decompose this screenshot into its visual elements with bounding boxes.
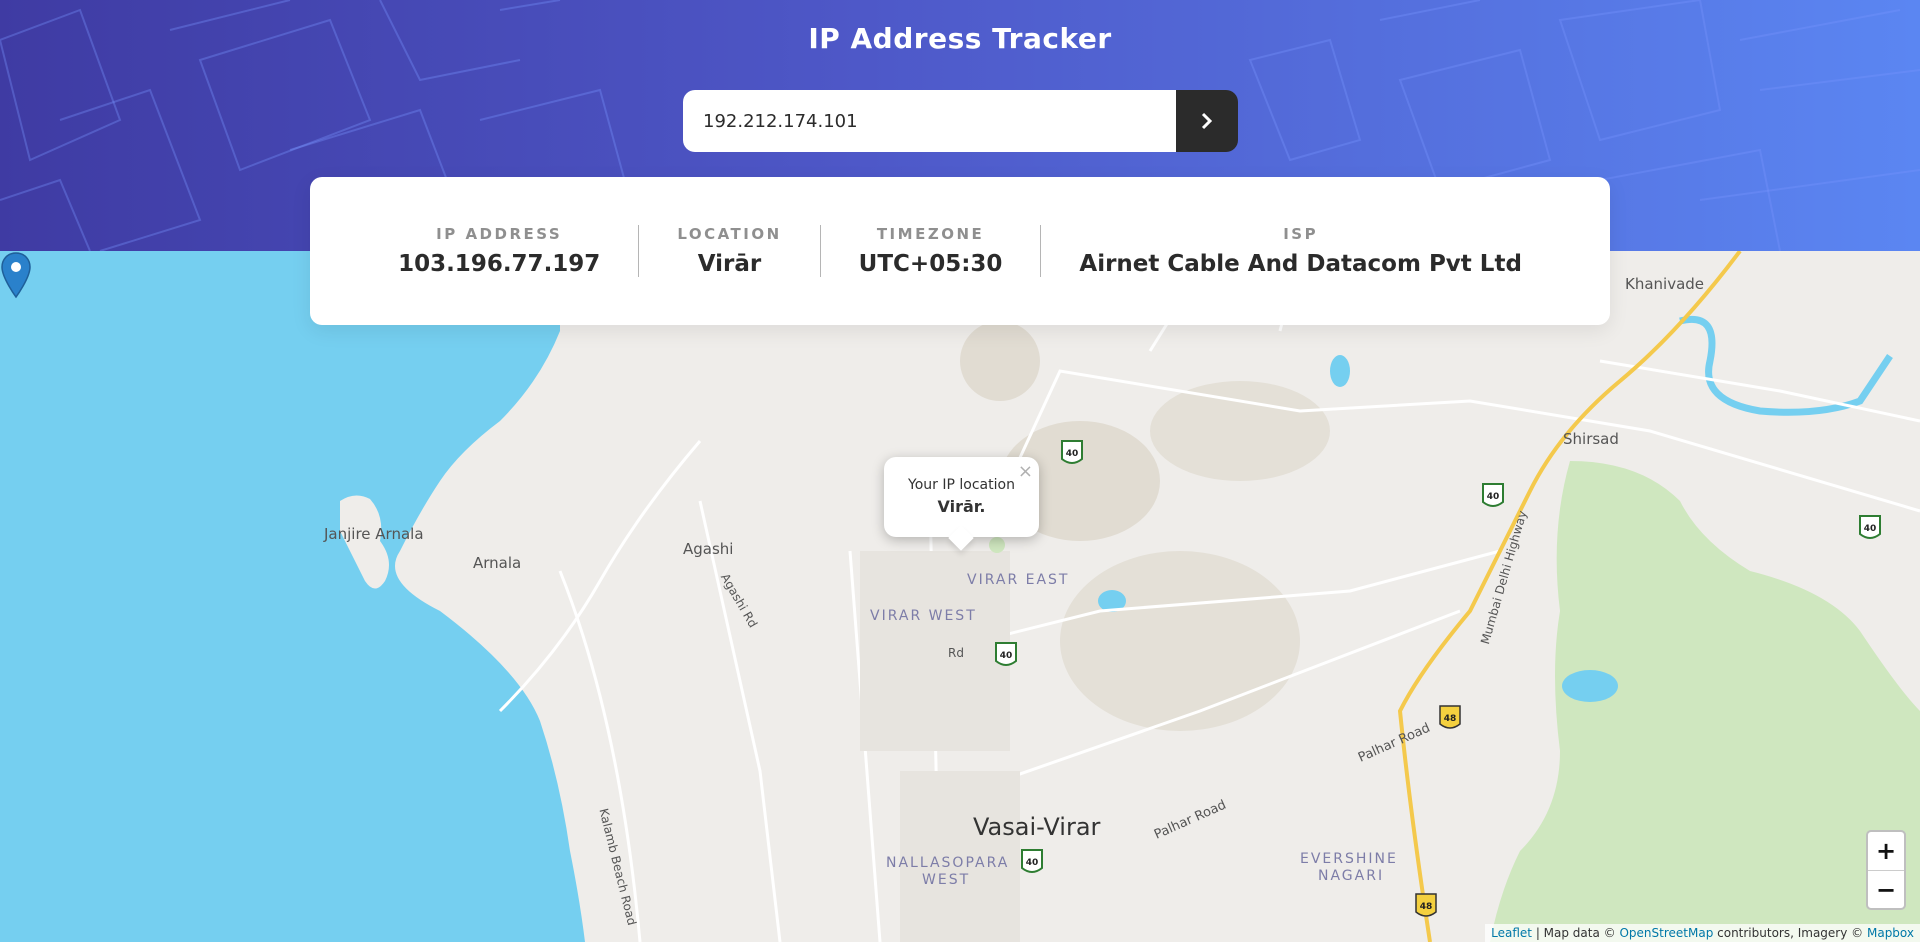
popup-location: Virār. [937,497,986,516]
openstreetmap-link[interactable]: OpenStreetMap [1619,926,1713,940]
attribution-text: contributors, Imagery © [1713,926,1867,940]
map-label-vasai-virar: Vasai-Virar [973,813,1101,841]
ip-address-value: 103.196.77.197 [398,251,601,277]
map-label-nallasopara-west: WEST [922,872,971,888]
map-pin-icon[interactable] [0,251,32,299]
map-label-nallasopara: NALLASOPARA [886,855,1010,871]
close-icon[interactable]: × [1018,461,1033,482]
ip-info-card: IP ADDRESS 103.196.77.197 LOCATION Virār… [310,177,1610,325]
timezone-label: TIMEZONE [876,225,985,243]
attribution-text: | Map data © [1532,926,1620,940]
isp-label: ISP [1283,225,1319,243]
timezone-section: TIMEZONE UTC+05:30 [819,225,1041,277]
location-section: LOCATION Virār [638,225,819,277]
zoom-out-button[interactable]: − [1868,870,1904,908]
map-label-virar-east: VIRAR EAST [967,572,1070,588]
map-label-evershine: EVERSHINE [1300,851,1398,867]
popup-title: Your IP location [908,477,1015,493]
map-label-rd: Rd [948,646,964,660]
zoom-control: + − [1866,830,1906,910]
isp-value: Airnet Cable And Datacom Pvt Ltd [1079,251,1522,277]
map-label-nagari: NAGARI [1318,868,1385,884]
map-label-khanivade: Khanivade [1625,275,1705,293]
isp-section: ISP Airnet Cable And Datacom Pvt Ltd [1040,225,1560,277]
leaflet-link[interactable]: Leaflet [1491,926,1532,940]
ip-address-label: IP ADDRESS [436,225,563,243]
map-label-arnala: Arnala [473,554,522,572]
search-submit-button[interactable] [1176,90,1238,152]
location-popup: × Your IP location Virār. [884,457,1039,537]
map-label-shirsad: Shirsad [1563,430,1619,448]
page-title: IP Address Tracker [808,22,1112,55]
chevron-right-icon [1201,112,1213,130]
ip-address-section: IP ADDRESS 103.196.77.197 [360,225,638,277]
map-tiles [0,251,1920,942]
map-attribution: Leaflet | Map data © OpenStreetMap contr… [1485,924,1920,942]
mapbox-link[interactable]: Mapbox [1867,926,1914,940]
location-value: Virār [697,251,762,277]
location-label: LOCATION [677,225,782,243]
map-label-janjire-arnala: Janjire Arnala [324,525,424,543]
ip-search-input[interactable] [683,90,1176,152]
zoom-in-button[interactable]: + [1868,832,1904,870]
map-label-agashi: Agashi [683,540,734,558]
ip-search-form [683,90,1238,152]
map-view[interactable]: Khanivade Shirsad Janjire Arnala Arnala … [0,251,1920,942]
timezone-value: UTC+05:30 [858,251,1003,277]
map-label-virar-west: VIRAR WEST [870,608,977,624]
